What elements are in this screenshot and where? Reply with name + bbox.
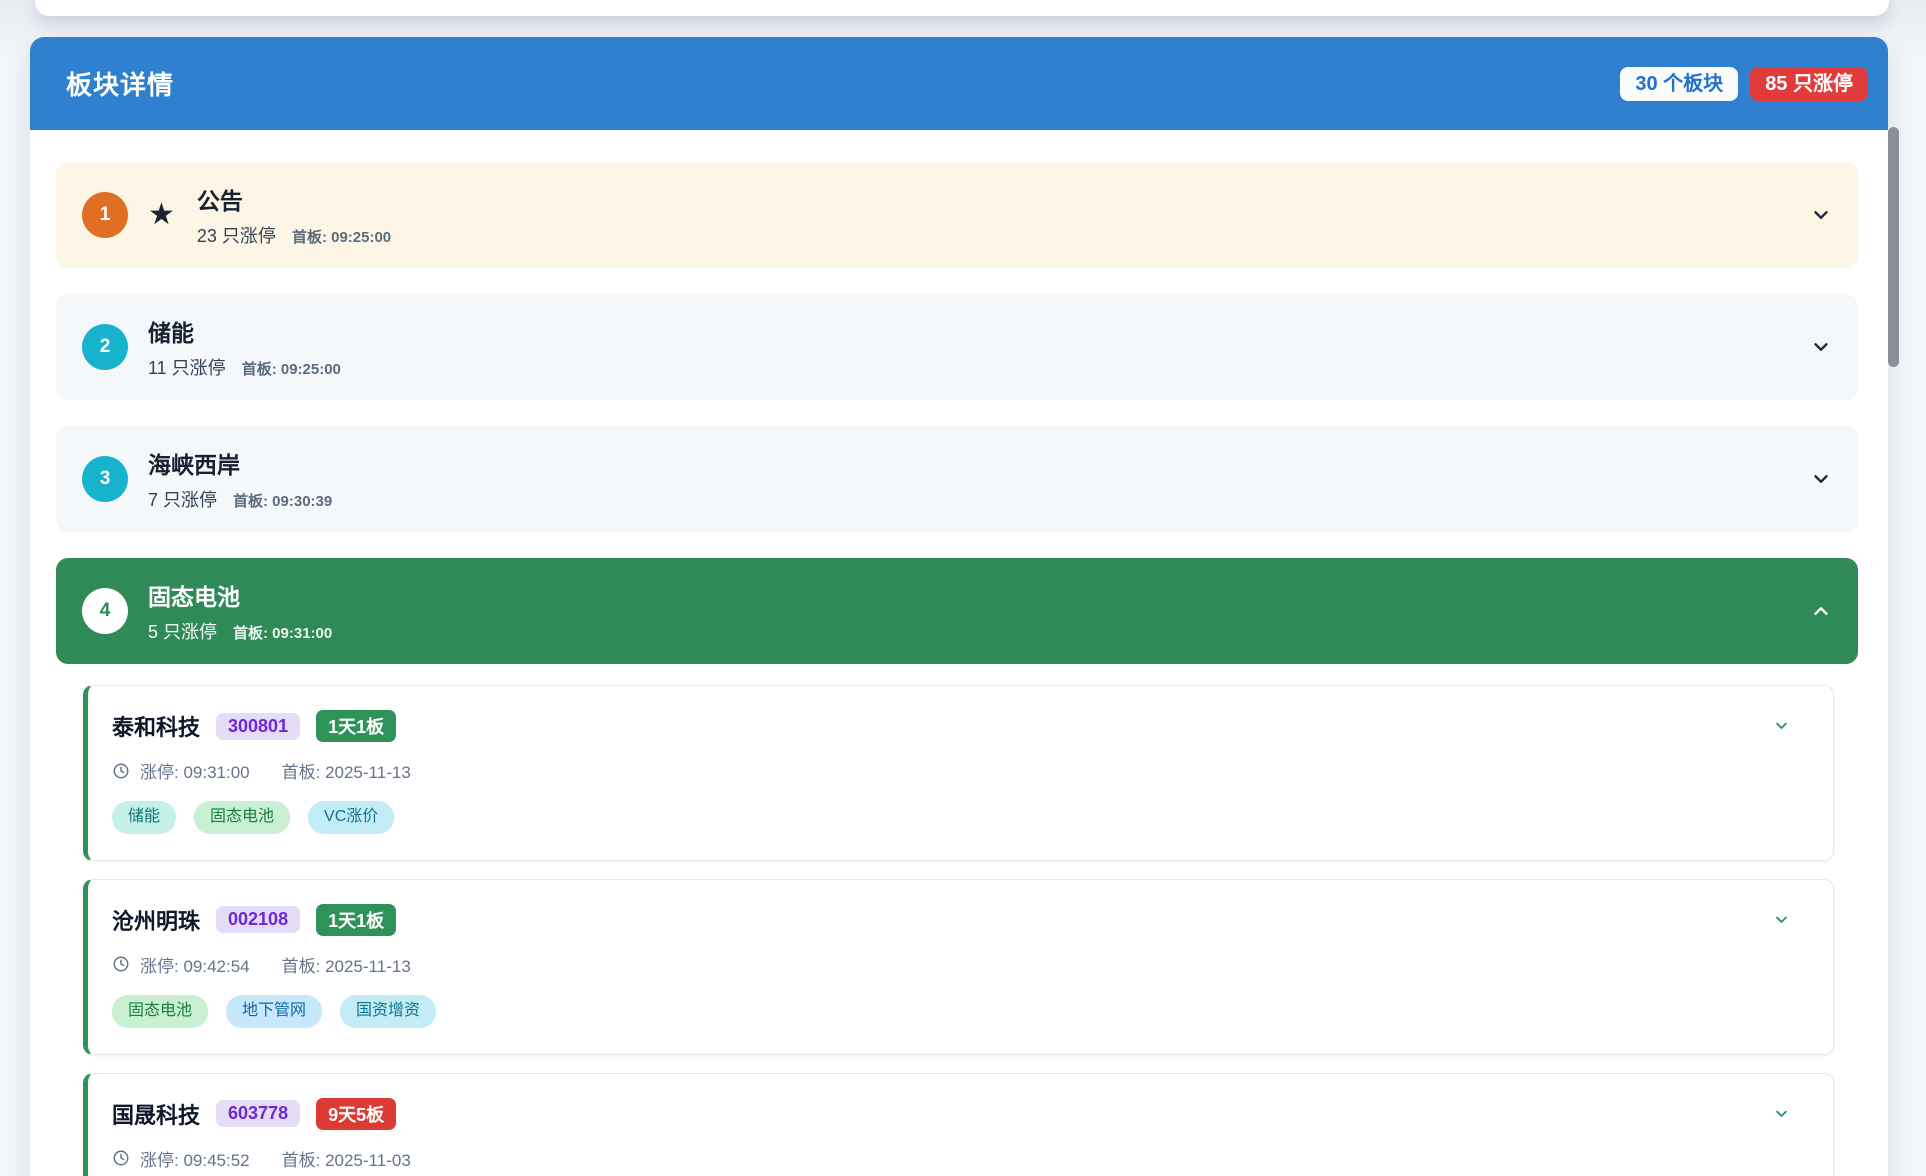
sector-detail-panel: 板块详情 30 个板块 85 只涨停 1 ★ 公告 23 只涨停 首板: 09:… <box>30 37 1888 1176</box>
chevron-down-icon[interactable] <box>1774 1106 1789 1121</box>
stock-name: 沧州明珠 <box>112 904 200 936</box>
panel-header: 板块详情 30 个板块 85 只涨停 <box>30 37 1888 130</box>
first-board-time: 首板: 09:31:00 <box>233 622 332 643</box>
streak-badge: 1天1板 <box>316 710 396 742</box>
sector-row[interactable]: 3 ★ 海峡西岸 7 只涨停 首板: 09:30:39 <box>56 426 1858 532</box>
chevron-down-icon[interactable] <box>1774 718 1789 733</box>
concept-tag-row: 固态电池 地下管网 国资增资 <box>112 995 1805 1028</box>
limit-up-time: 涨停: 09:42:54 <box>140 952 250 977</box>
chevron-down-icon[interactable] <box>1810 204 1832 226</box>
stock-header: 沧州明珠 002108 1天1板 <box>112 904 1805 936</box>
stock-card[interactable]: 泰和科技 300801 1天1板 涨停: 09:31:00 首板: 2025-1… <box>83 685 1834 861</box>
rank-badge: 3 <box>82 456 128 502</box>
stock-code-badge: 002108 <box>216 906 300 933</box>
stock-header: 国晟科技 603778 9天5板 <box>112 1098 1805 1130</box>
clock-icon <box>112 1149 130 1167</box>
sector-count-badge: 30 个板块 <box>1620 67 1738 101</box>
stock-card[interactable]: 沧州明珠 002108 1天1板 涨停: 09:42:54 首板: 2025-1… <box>83 879 1834 1055</box>
streak-badge: 9天5板 <box>316 1098 396 1130</box>
limit-up-count: 7 只涨停 <box>148 486 217 512</box>
stock-header: 泰和科技 300801 1天1板 <box>112 710 1805 742</box>
first-board-time: 首板: 09:30:39 <box>233 490 332 511</box>
sector-row[interactable]: 1 ★ 公告 23 只涨停 首板: 09:25:00 <box>56 162 1858 268</box>
limit-up-count-badge: 85 只涨停 <box>1750 67 1868 101</box>
first-board-date: 首板: 2025-11-13 <box>282 758 411 783</box>
concept-tag[interactable]: 固态电池 <box>112 995 208 1028</box>
stock-info-line: 涨停: 09:45:52 首板: 2025-11-03 <box>112 1146 1805 1171</box>
concept-tag[interactable]: 地下管网 <box>226 995 322 1028</box>
stock-name: 泰和科技 <box>112 710 200 742</box>
clock-icon <box>112 955 130 973</box>
stock-list: 泰和科技 300801 1天1板 涨停: 09:31:00 首板: 2025-1… <box>83 685 1834 1176</box>
limit-up-time: 涨停: 09:45:52 <box>140 1146 250 1171</box>
first-board-date: 首板: 2025-11-13 <box>282 952 411 977</box>
concept-tag[interactable]: VC涨价 <box>308 801 394 834</box>
concept-tag-row: 储能 固态电池 VC涨价 <box>112 801 1805 834</box>
stock-card[interactable]: 国晟科技 603778 9天5板 涨停: 09:45:52 首板: 2025-1… <box>83 1073 1834 1176</box>
stock-info-line: 涨停: 09:31:00 首板: 2025-11-13 <box>112 758 1805 783</box>
chevron-up-icon[interactable] <box>1810 600 1832 622</box>
streak-badge: 1天1板 <box>316 904 396 936</box>
rank-badge: 1 <box>82 192 128 238</box>
sector-row[interactable]: 4 ★ 固态电池 5 只涨停 首板: 09:31:00 <box>56 558 1858 664</box>
limit-up-count: 5 只涨停 <box>148 618 217 644</box>
limit-up-count: 23 只涨停 <box>197 222 276 248</box>
stock-code-badge: 603778 <box>216 1100 300 1127</box>
star-icon[interactable]: ★ <box>148 200 175 230</box>
stock-code-badge: 300801 <box>216 713 300 740</box>
sector-subline: 5 只涨停 首板: 09:31:00 <box>148 618 1790 644</box>
sector-info: 公告 23 只涨停 首板: 09:25:00 <box>197 182 1790 248</box>
sector-list: 1 ★ 公告 23 只涨停 首板: 09:25:00 2 ★ 储能 11 只涨停… <box>30 130 1888 1176</box>
sector-subline: 23 只涨停 首板: 09:25:00 <box>197 222 1790 248</box>
rank-badge: 2 <box>82 324 128 370</box>
concept-tag[interactable]: 国资增资 <box>340 995 436 1028</box>
sector-info: 储能 11 只涨停 首板: 09:25:00 <box>148 314 1790 380</box>
chevron-down-icon[interactable] <box>1810 336 1832 358</box>
scrollbar-thumb[interactable] <box>1888 127 1899 367</box>
header-badges: 30 个板块 85 只涨停 <box>1620 67 1868 101</box>
clock-icon <box>112 762 130 780</box>
previous-card-edge <box>35 0 1889 16</box>
sector-subline: 11 只涨停 首板: 09:25:00 <box>148 354 1790 380</box>
stock-name: 国晟科技 <box>112 1098 200 1130</box>
chevron-down-icon[interactable] <box>1810 468 1832 490</box>
first-board-time: 首板: 09:25:00 <box>292 226 391 247</box>
sector-name: 公告 <box>197 182 1790 216</box>
rank-badge: 4 <box>82 588 128 634</box>
stock-info-line: 涨停: 09:42:54 首板: 2025-11-13 <box>112 952 1805 977</box>
chevron-down-icon[interactable] <box>1774 912 1789 927</box>
sector-name: 储能 <box>148 314 1790 348</box>
page-title: 板块详情 <box>66 65 174 102</box>
sector-name: 固态电池 <box>148 578 1790 612</box>
first-board-time: 首板: 09:25:00 <box>242 358 341 379</box>
sector-row[interactable]: 2 ★ 储能 11 只涨停 首板: 09:25:00 <box>56 294 1858 400</box>
concept-tag[interactable]: 储能 <box>112 801 176 834</box>
sector-subline: 7 只涨停 首板: 09:30:39 <box>148 486 1790 512</box>
sector-name: 海峡西岸 <box>148 446 1790 480</box>
limit-up-count: 11 只涨停 <box>148 354 226 380</box>
first-board-date: 首板: 2025-11-03 <box>282 1146 411 1171</box>
sector-info: 海峡西岸 7 只涨停 首板: 09:30:39 <box>148 446 1790 512</box>
sector-info: 固态电池 5 只涨停 首板: 09:31:00 <box>148 578 1790 644</box>
limit-up-time: 涨停: 09:31:00 <box>140 758 250 783</box>
concept-tag[interactable]: 固态电池 <box>194 801 290 834</box>
